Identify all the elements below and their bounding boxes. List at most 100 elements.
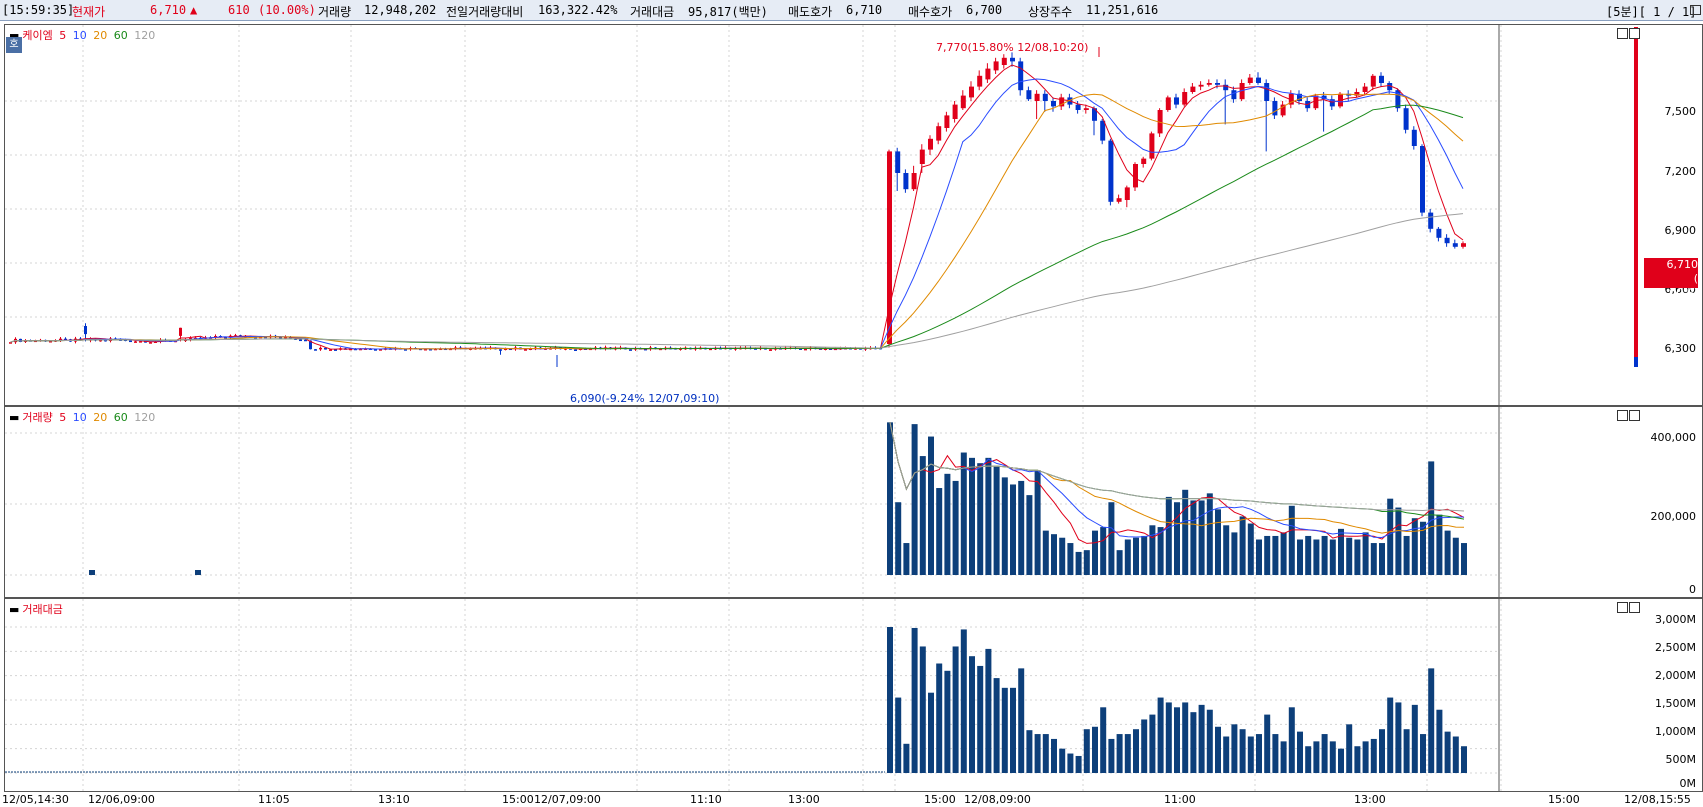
volume-legend: ▬ 거래량 5 10 20 60 120 xyxy=(9,409,158,425)
amount-bar xyxy=(1092,726,1098,773)
amount-bar xyxy=(1051,738,1057,773)
y-tick: 3,000M xyxy=(1655,613,1696,626)
candle xyxy=(629,349,632,351)
volume-bar xyxy=(936,488,943,575)
ho-button[interactable]: 호 xyxy=(6,37,22,53)
pane-restore-icon[interactable] xyxy=(1617,28,1628,39)
candle xyxy=(936,126,942,141)
volume-bar xyxy=(1190,500,1197,575)
pane-close-icon[interactable] xyxy=(1629,28,1640,39)
maximize-icon[interactable] xyxy=(1690,5,1701,15)
amount-bar xyxy=(1461,746,1467,773)
volume-bar xyxy=(1034,470,1041,575)
candle xyxy=(1452,243,1458,247)
volume-bar xyxy=(969,457,975,575)
amount-bar xyxy=(903,743,910,773)
volume-bar xyxy=(1223,525,1230,575)
volume-bar xyxy=(1215,509,1221,575)
amount-bar xyxy=(1272,734,1279,773)
amount-bar xyxy=(985,648,992,773)
candle xyxy=(1444,237,1450,244)
candle xyxy=(1436,228,1442,238)
amount-bar xyxy=(936,663,943,773)
amount-bar xyxy=(1231,724,1238,773)
volume-chart xyxy=(5,407,1502,597)
x-tick: 11:00 xyxy=(1164,793,1196,806)
low-annotation: 6,090(-9.24% 12/07,09:10) xyxy=(570,392,720,405)
volume-bar xyxy=(887,422,893,575)
x-tick: 12/07,09:00 xyxy=(534,793,601,806)
amount-bar xyxy=(1190,712,1197,773)
amount-bar xyxy=(1124,734,1131,773)
volume-bar xyxy=(1395,507,1402,575)
volume-bar xyxy=(1362,532,1369,575)
pane-restore-icon[interactable] xyxy=(1617,602,1628,613)
amount-bar xyxy=(1100,707,1107,773)
amount-bar xyxy=(1370,738,1377,773)
legend-ma5: 5 xyxy=(59,411,67,424)
pane-close-icon[interactable] xyxy=(1629,602,1640,613)
candle xyxy=(952,104,958,119)
volume-bar xyxy=(1313,539,1320,575)
volume-bar xyxy=(977,463,984,575)
price-label: 현재가 xyxy=(72,5,106,19)
candle xyxy=(919,149,925,164)
pane-restore-icon[interactable] xyxy=(1617,410,1628,421)
amount-bar xyxy=(1395,702,1402,773)
volume-bar xyxy=(1182,489,1189,575)
x-tick: 13:10 xyxy=(378,793,410,806)
y-tick: 200,000 xyxy=(1650,510,1697,523)
price-pane[interactable]: ▬ 케이엠 5 10 20 60 120 호 7,500 7,200 6,900 … xyxy=(4,24,1703,406)
volume-bar xyxy=(911,424,918,575)
legend-ma10: 10 xyxy=(72,411,87,424)
candle xyxy=(1264,83,1270,101)
volume-bar xyxy=(1165,496,1172,575)
candle xyxy=(329,349,332,351)
bid-value: 6,700 xyxy=(966,3,1003,17)
candle xyxy=(928,138,933,150)
period-selector[interactable]: [5분][ 1 / 1] xyxy=(1606,3,1697,20)
candle xyxy=(1420,146,1425,213)
amount-bar xyxy=(944,670,951,773)
x-tick: 11:10 xyxy=(690,793,722,806)
y-tick: 1,000M xyxy=(1655,725,1696,738)
prev-ratio-value: 163,322.42% xyxy=(538,3,618,17)
volume-bar xyxy=(1305,535,1312,575)
candle xyxy=(1256,77,1261,83)
volume-bar xyxy=(1067,543,1074,575)
candle xyxy=(314,349,317,351)
prev-ratio-label: 전일거래량대비 xyxy=(446,5,524,19)
x-tick: 11:05 xyxy=(258,793,290,806)
high-annotation: 7,770(15.80% 12/08,10:20) xyxy=(936,41,1089,54)
amount-bar xyxy=(1026,730,1033,773)
volume-pane[interactable]: ▬ 거래량 5 10 20 60 120 400,000 200,000 0 xyxy=(4,406,1703,598)
volume-bar xyxy=(1452,537,1459,575)
y-tick: 0 xyxy=(1689,583,1696,596)
pane-close-icon[interactable] xyxy=(1629,410,1640,421)
y-tick: 500M xyxy=(1665,753,1697,766)
volume-bar xyxy=(1083,550,1090,575)
candle xyxy=(1379,75,1384,83)
volume-ma120-line xyxy=(889,422,1465,512)
volume-bar xyxy=(1059,537,1066,575)
candle xyxy=(1100,120,1106,141)
scroll-indicator xyxy=(1634,357,1638,367)
volume-bar xyxy=(1100,527,1107,575)
price-chart xyxy=(5,25,1638,405)
legend-ma5: 5 xyxy=(59,29,67,42)
amount-bar xyxy=(1452,736,1459,773)
volume-bar xyxy=(1379,543,1385,575)
volume-value: 12,948,202 xyxy=(364,3,437,17)
amount-bar xyxy=(1411,704,1418,773)
x-tick: 15:00 xyxy=(502,793,534,806)
volume-bar xyxy=(1444,530,1451,575)
amount-pane[interactable]: ▬ 거래대금 3,000M 2,500M 2,000M 1,500M 1,000M… xyxy=(4,598,1703,792)
amount-bar xyxy=(1083,729,1090,773)
candle xyxy=(134,341,137,343)
amount-bar xyxy=(1379,729,1385,773)
y-tick: 1,500M xyxy=(1655,697,1696,710)
amount-bar xyxy=(1329,741,1336,773)
clock: [15:59:35] xyxy=(2,3,75,17)
candle xyxy=(1075,104,1081,110)
amount-bar xyxy=(1149,714,1156,773)
